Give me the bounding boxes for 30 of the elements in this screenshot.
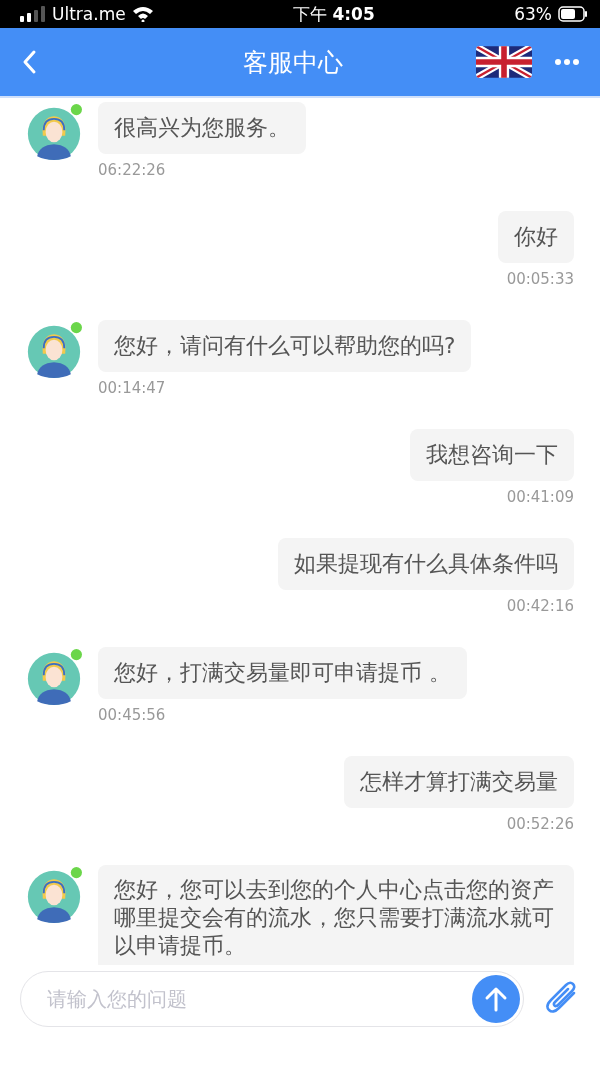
message-time: 00:14:47 (98, 378, 167, 398)
agent-avatar (26, 322, 82, 378)
message-time: 00:05:33 (506, 269, 574, 289)
message-bubble: 您好，打满交易量即可申请提币 。 (98, 647, 467, 699)
agent-avatar (26, 867, 82, 923)
message-time: 00:42:16 (506, 596, 574, 616)
message-time: 00:45:56 (98, 705, 167, 725)
message-time: 00:41:09 (506, 487, 574, 507)
agent-avatar (26, 649, 82, 705)
message-input[interactable]: 请输入您的问题 (20, 971, 524, 1027)
message-time: 06:22:26 (98, 160, 167, 180)
message-bubble: 我想咨询一下 (410, 429, 574, 481)
page-title: 客服中心 (242, 46, 344, 79)
message-bubble: 你好 (498, 211, 574, 263)
flag-icon[interactable] (476, 46, 532, 78)
message-time: 00:52:26 (506, 814, 574, 834)
clock-time: 下午 4:05 (293, 2, 375, 26)
message-bubble: 怎样才算打满交易量 (344, 756, 574, 808)
message-bubble: 很高兴为您服务。 (98, 102, 306, 154)
wifi-icon (131, 6, 154, 22)
carrier-name: Ultra.me (52, 4, 126, 24)
message-bubble: 如果提现有什么具体条件吗 (278, 538, 574, 590)
arrow-up-icon (484, 986, 508, 1012)
message-bubble: 您好，请问有什么可以帮助您的吗? (98, 320, 472, 372)
battery-percent: 63% (514, 4, 552, 24)
agent-avatar (26, 104, 82, 160)
battery-icon (558, 6, 588, 22)
message-bubble: 您好，您可以去到您的个人中心点击您的资产哪里提交会有的流水，您只需要打满流水就可以申请提币。 (98, 865, 574, 965)
signal-icon (20, 6, 46, 22)
more-icon[interactable] (554, 58, 580, 66)
